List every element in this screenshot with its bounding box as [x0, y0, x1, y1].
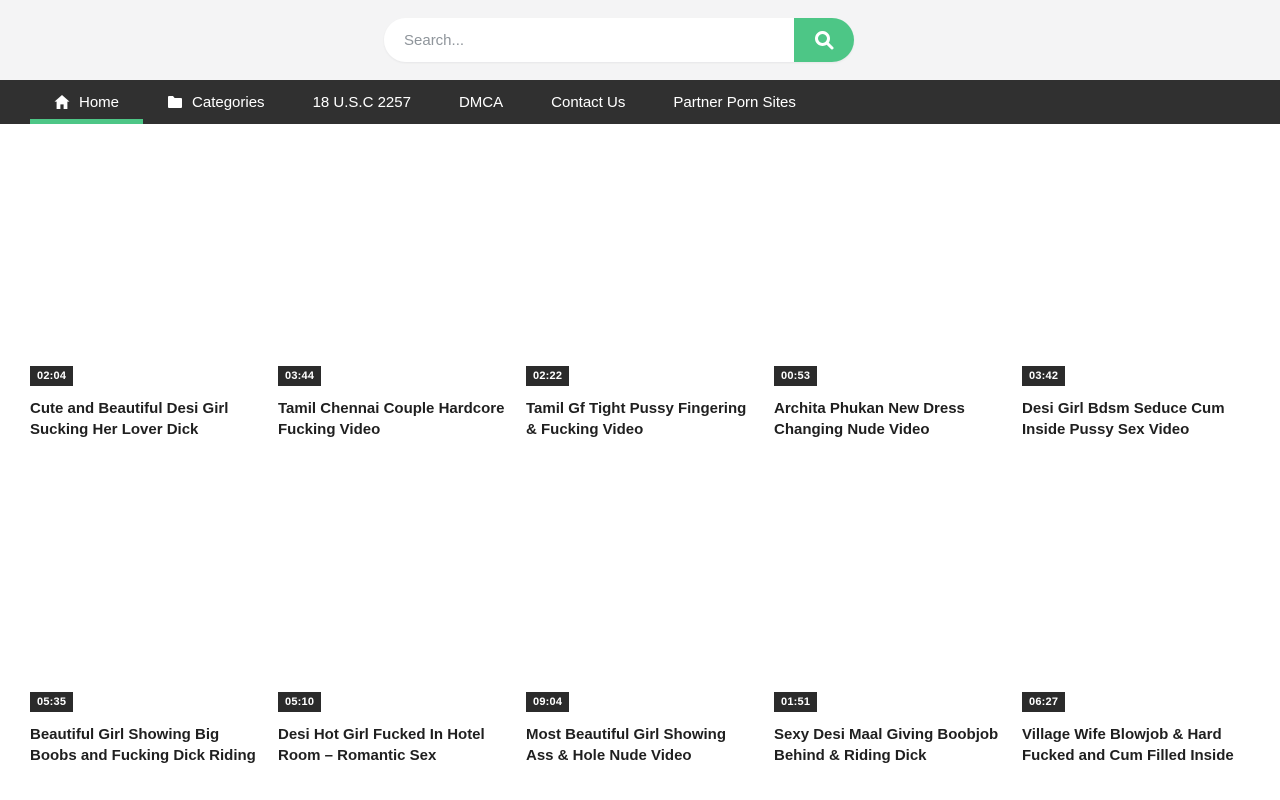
video-card: 00:53 Archita Phukan New Dress Changing … — [774, 140, 1002, 440]
nav-item-label: Partner Porn Sites — [673, 94, 796, 111]
video-thumbnail[interactable]: 02:22 — [526, 140, 754, 390]
duration-badge: 03:42 — [1022, 366, 1065, 386]
video-title-link[interactable]: Desi Hot Girl Fucked In Hotel Room – Rom… — [278, 724, 506, 766]
nav-item-categories[interactable]: Categories — [143, 80, 289, 124]
nav-item-label: Contact Us — [551, 94, 625, 111]
video-title-link[interactable]: Most Beautiful Girl Showing Ass & Hole N… — [526, 724, 754, 766]
search-icon — [812, 28, 836, 52]
video-thumbnail[interactable]: 00:53 — [774, 140, 1002, 390]
video-card: 03:44 Tamil Chennai Couple Hardcore Fuck… — [278, 140, 506, 440]
video-card: 06:27 Village Wife Blowjob & Hard Fucked… — [1022, 466, 1250, 766]
video-thumbnail[interactable]: 03:42 — [1022, 140, 1250, 390]
duration-badge: 05:35 — [30, 692, 73, 712]
nav-item-label: Categories — [192, 94, 265, 111]
video-card: 02:22 Tamil Gf Tight Pussy Fingering & F… — [526, 140, 754, 440]
duration-badge: 02:22 — [526, 366, 569, 386]
video-title-link[interactable]: Village Wife Blowjob & Hard Fucked and C… — [1022, 724, 1250, 766]
nav-item-label: Home — [79, 94, 119, 111]
home-icon — [54, 94, 70, 110]
video-title-link[interactable]: Cute and Beautiful Desi Girl Sucking Her… — [30, 398, 258, 440]
search-button[interactable] — [794, 18, 854, 62]
nav-item-home[interactable]: Home — [30, 80, 143, 124]
video-card: 09:04 Most Beautiful Girl Showing Ass & … — [526, 466, 754, 766]
folder-icon — [167, 94, 183, 110]
nav-item-partner-sites[interactable]: Partner Porn Sites — [649, 80, 820, 124]
video-title-link[interactable]: Tamil Gf Tight Pussy Fingering & Fucking… — [526, 398, 754, 440]
video-grid: 02:04 Cute and Beautiful Desi Girl Sucki… — [0, 124, 1280, 766]
video-title-link[interactable]: Desi Girl Bdsm Seduce Cum Inside Pussy S… — [1022, 398, 1250, 440]
video-card: 05:10 Desi Hot Girl Fucked In Hotel Room… — [278, 466, 506, 766]
video-title-link[interactable]: Sexy Desi Maal Giving Boobjob Behind & R… — [774, 724, 1002, 766]
video-thumbnail[interactable]: 02:04 — [30, 140, 258, 390]
video-thumbnail[interactable]: 01:51 — [774, 466, 1002, 716]
video-card: 02:04 Cute and Beautiful Desi Girl Sucki… — [30, 140, 258, 440]
video-title-link[interactable]: Tamil Chennai Couple Hardcore Fucking Vi… — [278, 398, 506, 440]
video-card: 05:35 Beautiful Girl Showing Big Boobs a… — [30, 466, 258, 766]
nav-item-2257[interactable]: 18 U.S.C 2257 — [289, 80, 435, 124]
topbar — [0, 0, 1280, 80]
video-thumbnail[interactable]: 05:10 — [278, 466, 506, 716]
video-title-link[interactable]: Beautiful Girl Showing Big Boobs and Fuc… — [30, 724, 258, 766]
duration-badge: 09:04 — [526, 692, 569, 712]
main-nav: Home Categories 18 U.S.C 2257 DMCA Conta… — [0, 80, 1280, 124]
nav-item-label: DMCA — [459, 94, 503, 111]
video-thumbnail[interactable]: 09:04 — [526, 466, 754, 716]
duration-badge: 05:10 — [278, 692, 321, 712]
video-thumbnail[interactable]: 03:44 — [278, 140, 506, 390]
duration-badge: 01:51 — [774, 692, 817, 712]
nav-item-label: 18 U.S.C 2257 — [313, 94, 411, 111]
duration-badge: 02:04 — [30, 366, 73, 386]
video-thumbnail[interactable]: 05:35 — [30, 466, 258, 716]
search-form — [384, 18, 854, 62]
nav-item-dmca[interactable]: DMCA — [435, 80, 527, 124]
duration-badge: 03:44 — [278, 366, 321, 386]
video-thumbnail[interactable]: 06:27 — [1022, 466, 1250, 716]
search-input[interactable] — [384, 18, 794, 62]
video-card: 01:51 Sexy Desi Maal Giving Boobjob Behi… — [774, 466, 1002, 766]
video-title-link[interactable]: Archita Phukan New Dress Changing Nude V… — [774, 398, 1002, 440]
video-card: 03:42 Desi Girl Bdsm Seduce Cum Inside P… — [1022, 140, 1250, 440]
duration-badge: 00:53 — [774, 366, 817, 386]
nav-item-contact[interactable]: Contact Us — [527, 80, 649, 124]
duration-badge: 06:27 — [1022, 692, 1065, 712]
